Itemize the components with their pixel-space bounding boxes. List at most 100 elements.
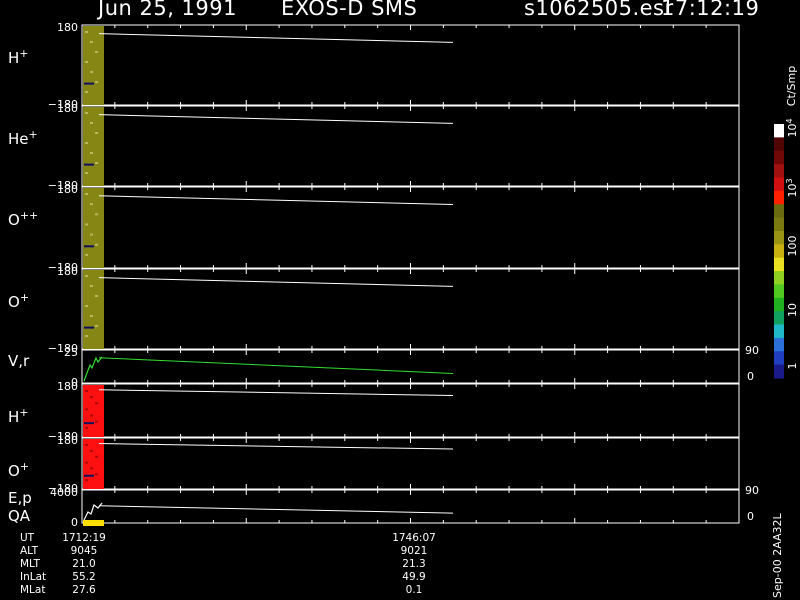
o-plusplus-pitch-frame [81, 186, 740, 269]
h-plus-pitch-axis-top: 180 [57, 21, 78, 34]
spectrogram-plot: 180−180H+180−180He+180−180O++180−180O+25… [8, 21, 800, 598]
h-plus-flux-spectrum [83, 385, 104, 437]
info-row-label: MLT [20, 558, 40, 570]
colorbar-segment [774, 230, 784, 245]
spectrum-speck [90, 285, 93, 287]
colorbar-segment [774, 150, 784, 165]
spectrum-speck [85, 91, 88, 93]
o-plus-flux-spectrum [83, 439, 104, 489]
colorbar-segment [774, 311, 784, 326]
spectrum-speck [95, 213, 98, 216]
spectrum-speck [84, 163, 94, 166]
he-plus-pitch-label-superscript: + [29, 128, 38, 141]
ep-qa-line-axis-top: 4000 [50, 486, 78, 499]
spectrum-speck [85, 172, 88, 174]
o-plus-pitch-label: O+ [8, 291, 29, 312]
spectrum-speck [90, 414, 93, 417]
spectrum-speck [85, 253, 88, 256]
spectrum-speck [85, 408, 88, 411]
o-plus-flux-frame [81, 437, 740, 490]
spectrum-speck [90, 41, 93, 43]
info-row-label: InLat [20, 571, 46, 583]
spectrum-speck [85, 142, 88, 144]
colorbar-segment [774, 364, 784, 379]
spectrum-speck [90, 203, 93, 206]
o-plus-flux-label: O+ [8, 460, 29, 481]
info-value-start: 9045 [71, 545, 98, 557]
colorbar-tick-label: 100 [786, 236, 799, 257]
spectrum-speck [85, 390, 88, 392]
colorbar-unit-label: Ct/Smp [785, 66, 798, 106]
o-plusplus-pitch-label-superscript: ++ [20, 209, 38, 222]
spectrum-speck [95, 420, 98, 423]
info-value-start: 21.0 [72, 558, 95, 570]
info-value-end: 0.1 [406, 584, 423, 596]
ep-qa-line-label: E,p [8, 489, 32, 507]
plot-time: 17:12:19 [661, 0, 760, 20]
spectrum-speck [85, 305, 88, 307]
vr-line-series-line [98, 357, 454, 374]
spectrum-speck [85, 444, 88, 446]
spectrum-speck [90, 152, 93, 154]
colorbar-segment [774, 284, 784, 299]
info-value-end: 9021 [401, 545, 428, 557]
h-plus-pitch-series-line [98, 33, 454, 43]
o-plusplus-pitch-spectrum [83, 188, 104, 268]
spectrum-speck [90, 71, 93, 73]
plot-filename: s1062505.esr [524, 0, 674, 20]
h-plus-flux-series-line [98, 389, 454, 396]
colorbar-tick-label: 104 [785, 118, 800, 137]
o-plus-pitch-spectrum [83, 270, 104, 349]
ep-qa-line-axis-bottom: 0 [71, 516, 78, 529]
colorbar-segment [774, 204, 784, 219]
ep-trace [83, 502, 103, 521]
spectrum-speck [84, 326, 94, 329]
ep-qa-line-right-axis-bottom: 0 [747, 510, 754, 523]
spectrum-speck [95, 295, 98, 297]
colorbar-segment [774, 351, 784, 366]
h-plus-flux-label: H+ [8, 406, 29, 427]
o-plusplus-pitch-label: O++ [8, 209, 38, 230]
vr-line-axis-top: 25 [64, 346, 78, 359]
colorbar-segment [774, 324, 784, 339]
info-row-label: MLat [20, 584, 45, 596]
o-plus-flux-axis-top: 180 [57, 434, 78, 447]
spectrum-speck [84, 245, 94, 248]
spectrum-speck [84, 422, 94, 425]
h-plus-flux-label-superscript: + [19, 406, 28, 419]
spectrum-speck [85, 112, 88, 114]
spectrum-speck [90, 467, 93, 470]
spectrum-speck [85, 275, 88, 277]
spectrum-speck [95, 473, 98, 476]
spectrum-speck [90, 396, 93, 399]
vr-line-label: V,r [8, 352, 30, 370]
colorbar-segment [774, 337, 784, 352]
spectrum-speck [95, 243, 98, 246]
he-plus-pitch-frame [81, 105, 740, 187]
spectrum-speck [90, 233, 93, 236]
spectrum-speck [85, 335, 88, 337]
info-row-label: UT [20, 532, 35, 544]
o-plus-flux-label-superscript: + [20, 460, 29, 473]
colorbar-segment [774, 271, 784, 285]
o-plus-flux-series-line [98, 443, 454, 450]
h-plus-flux-axis-top: 180 [57, 380, 78, 393]
info-value-end: 49.9 [402, 571, 425, 583]
o-plus-pitch-label-superscript: + [20, 291, 29, 304]
colorbar-segment [774, 190, 784, 205]
o-plusplus-pitch-axis-top: 180 [57, 183, 78, 196]
colorbar-tick-label: 1 [786, 363, 799, 370]
he-plus-pitch-label: He+ [8, 128, 38, 149]
h-plus-pitch-label-superscript: + [19, 47, 28, 60]
colorbar-tick-label: 103 [785, 178, 800, 197]
h-plus-pitch-frame [81, 24, 740, 106]
plot-date: Jun 25, 1991 [98, 0, 238, 20]
colorbar-segment [774, 244, 784, 259]
vr-trace [83, 356, 103, 382]
plot-instrument: EXOS-D SMS [281, 0, 418, 20]
spectrum-speck [95, 325, 98, 327]
spectrum-speck [84, 474, 94, 477]
spectrum-speck [95, 455, 98, 458]
colorbar-tick-exponent: 4 [785, 118, 794, 123]
ep-qa-line-right-axis-top: 90 [745, 484, 759, 497]
